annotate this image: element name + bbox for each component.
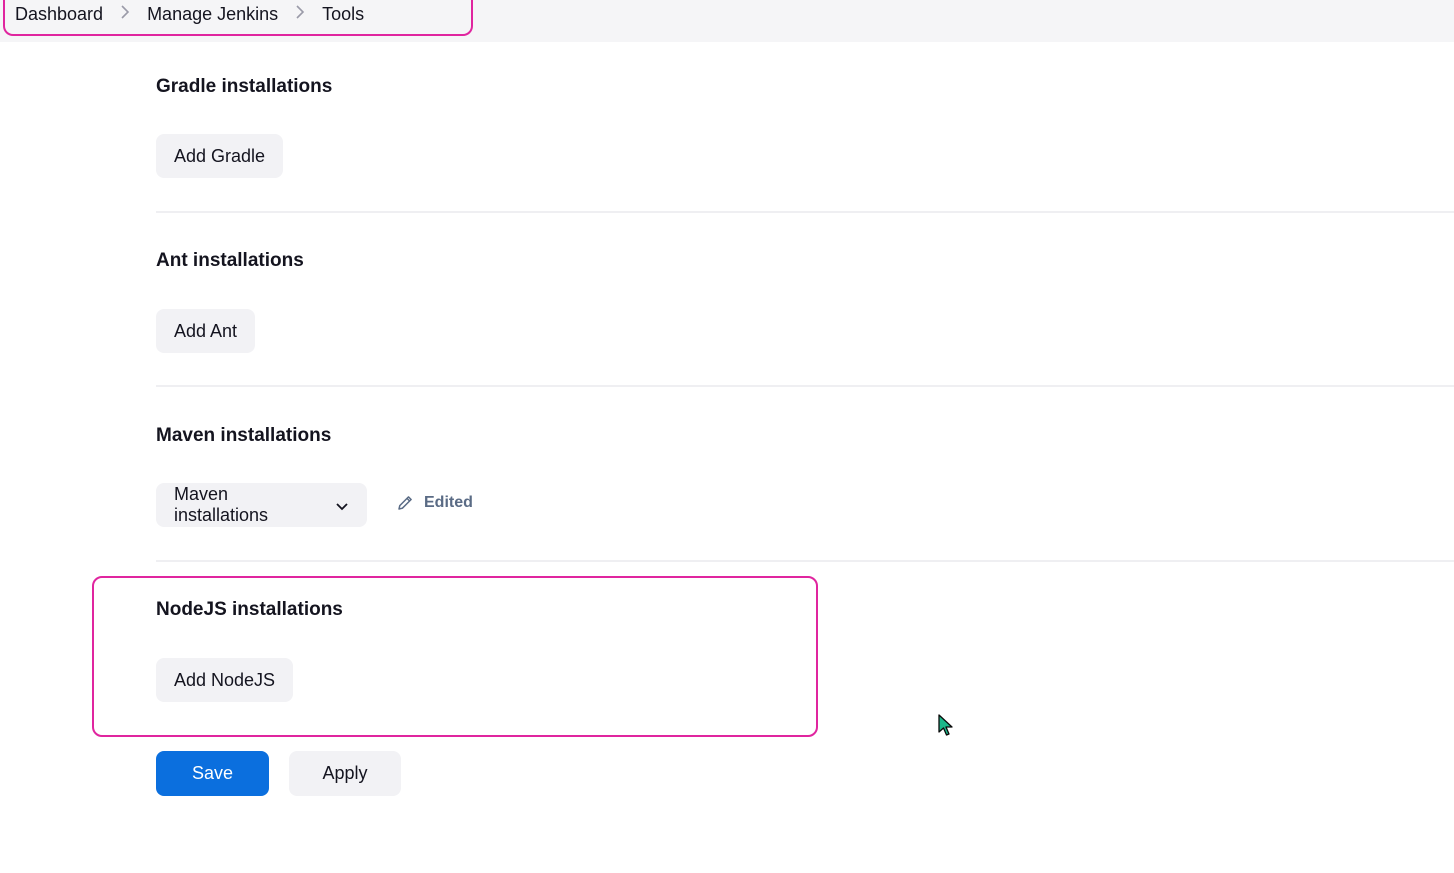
edited-label: Edited bbox=[424, 494, 473, 511]
edited-status: Edited bbox=[396, 494, 473, 512]
maven-dropdown-label: Maven installations bbox=[174, 484, 269, 525]
ant-section-title: Ant installations bbox=[156, 250, 304, 271]
add-ant-button[interactable]: Add Ant bbox=[156, 309, 256, 353]
breadcrumb: Dashboard Manage Jenkins Tools bbox=[3, 0, 473, 36]
apply-button[interactable]: Apply bbox=[289, 751, 401, 796]
breadcrumb-dashboard[interactable]: Dashboard bbox=[15, 4, 103, 25]
save-button[interactable]: Save bbox=[156, 751, 269, 796]
chevron-right-icon bbox=[103, 4, 147, 24]
nodejs-section-title: NodeJS installations bbox=[156, 599, 343, 620]
add-gradle-button[interactable]: Add Gradle bbox=[156, 134, 284, 178]
maven-section-title: Maven installations bbox=[156, 425, 332, 446]
divider bbox=[156, 560, 1454, 562]
add-nodejs-button[interactable]: Add NodeJS bbox=[156, 658, 294, 702]
gradle-section-title: Gradle installations bbox=[156, 76, 333, 97]
breadcrumb-manage-jenkins[interactable]: Manage Jenkins bbox=[147, 4, 278, 25]
chevron-down-icon bbox=[335, 498, 349, 512]
mouse-cursor-icon bbox=[937, 713, 955, 742]
breadcrumb-tools[interactable]: Tools bbox=[322, 4, 364, 25]
chevron-right-icon bbox=[278, 4, 322, 24]
divider bbox=[156, 385, 1454, 387]
divider bbox=[156, 211, 1454, 213]
pencil-icon bbox=[398, 496, 412, 510]
maven-installations-dropdown[interactable]: Maven installations bbox=[156, 483, 367, 527]
